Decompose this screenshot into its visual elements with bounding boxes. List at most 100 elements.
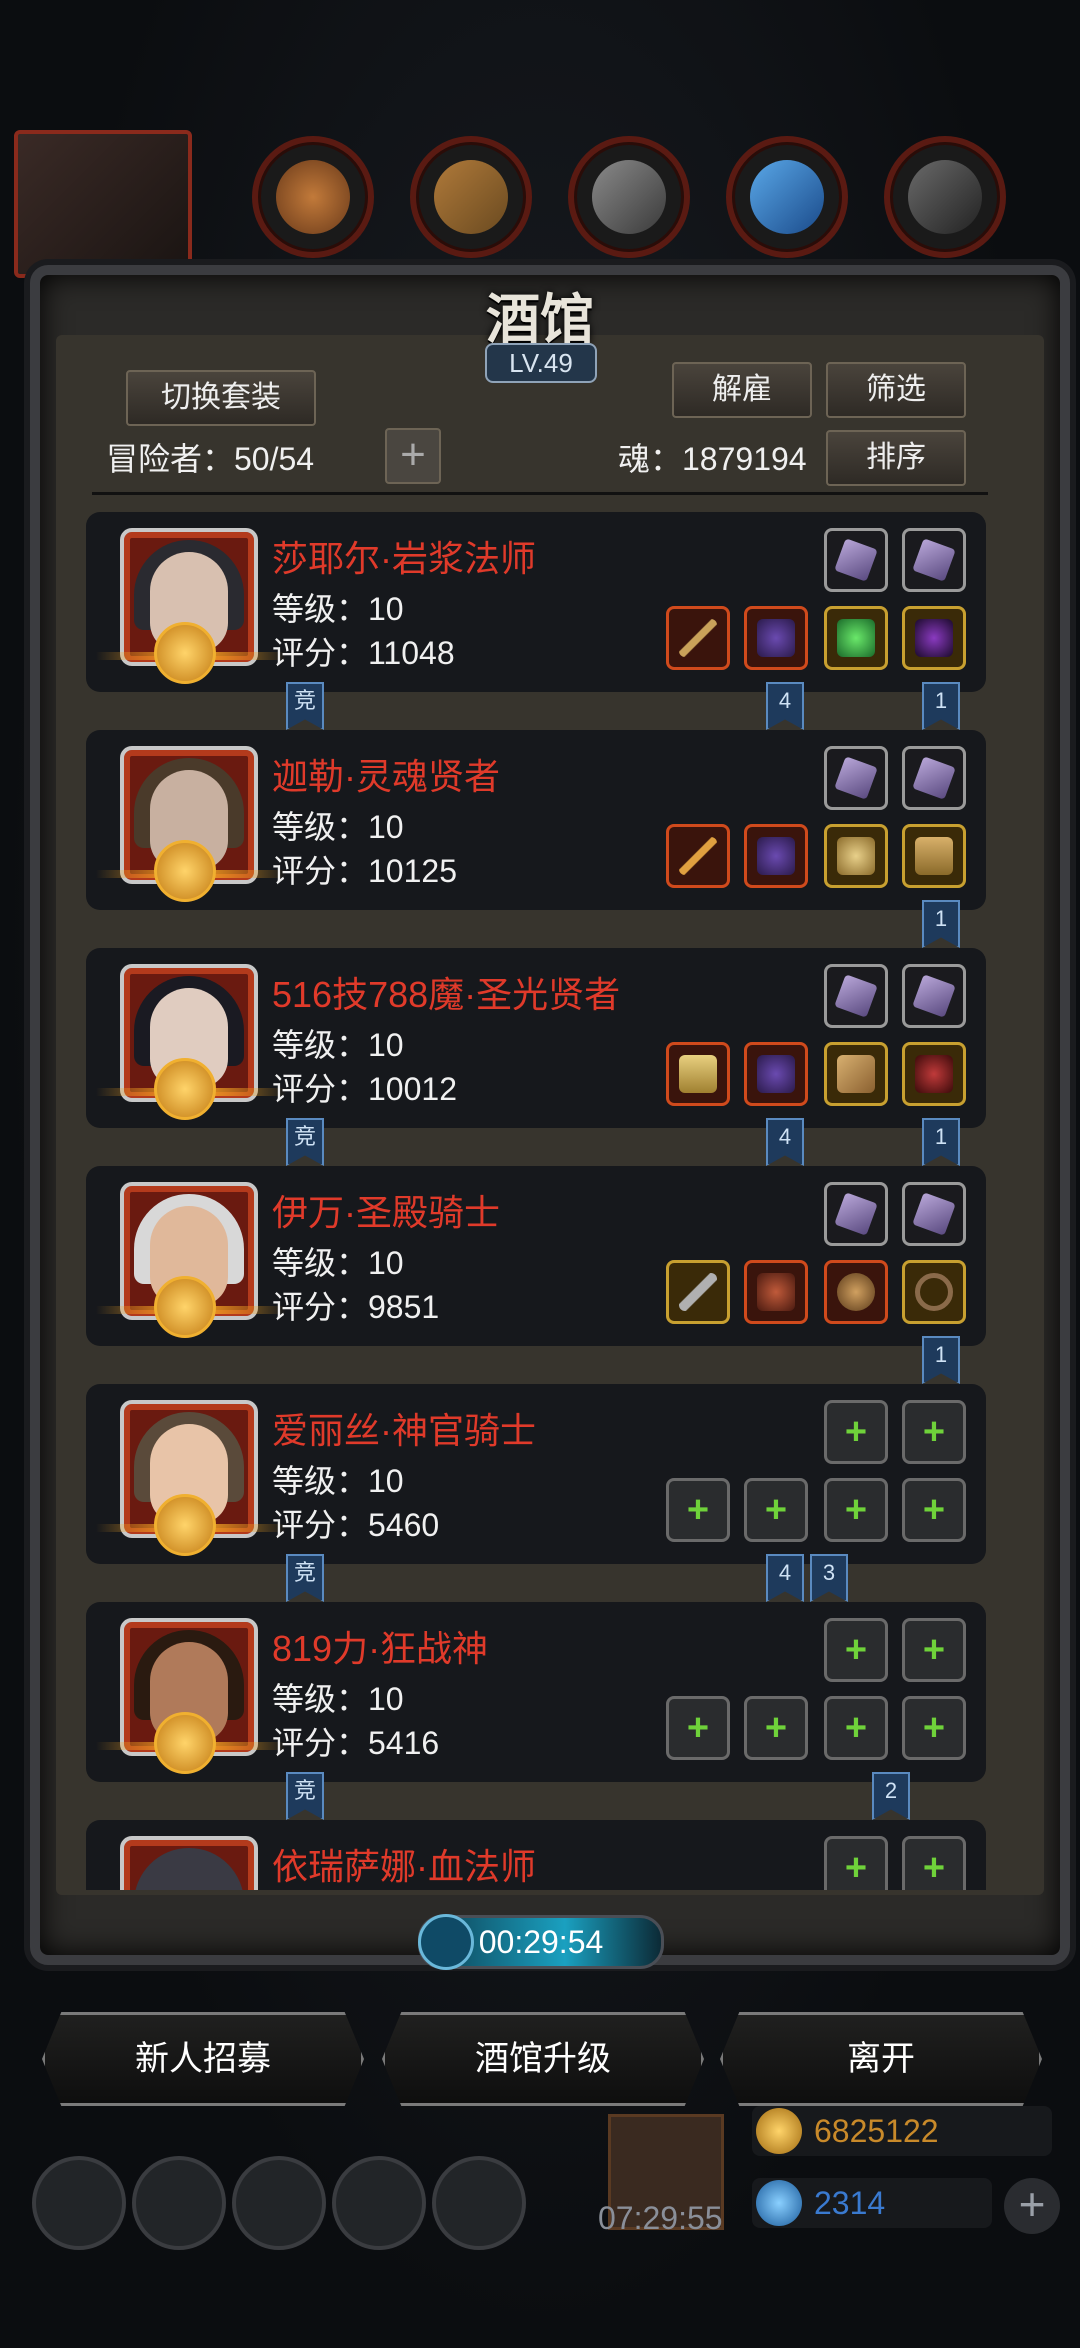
hero-card[interactable]: 819力·狂战神 等级：10 评分：5416 + + + + + +: [86, 1602, 986, 1782]
hero-score: 评分：10012: [272, 1071, 457, 1107]
empty-weapon-slot-icon[interactable]: +: [666, 1696, 730, 1760]
empty-rune-slot-icon[interactable]: +: [824, 1400, 888, 1464]
rank-medal-icon: [154, 1494, 216, 1556]
hero-name: 516技788魔·圣光贤者: [272, 974, 621, 1015]
count-tag: 4: [766, 1118, 804, 1166]
rune-gem-icon[interactable]: [824, 746, 888, 810]
empty-armor-slot-icon[interactable]: +: [744, 1696, 808, 1760]
guild-icon[interactable]: [232, 2156, 326, 2250]
hero-card[interactable]: 516技788魔·圣光贤者 等级：10 评分：10012: [86, 948, 986, 1128]
count-tag: 4: [766, 682, 804, 730]
hero-score: 评分：9851: [272, 1289, 440, 1325]
stone-resource-icon[interactable]: [884, 136, 1006, 258]
empty-rune-slot-icon[interactable]: +: [824, 1836, 888, 1890]
rank-medal-icon: [154, 1712, 216, 1774]
upgrade-tavern-button[interactable]: 酒馆升级: [382, 2012, 704, 2106]
hero-level: 等级：10: [272, 591, 404, 627]
rune-gem-icon[interactable]: [902, 528, 966, 592]
empty-armor-slot-icon[interactable]: +: [744, 1478, 808, 1542]
hero-card[interactable]: 迦勒·灵魂贤者 等级：10 评分：10125: [86, 730, 986, 910]
empty-rune-slot-icon[interactable]: +: [902, 1836, 966, 1890]
hero-level: 等级：10: [272, 1245, 404, 1281]
rune-gem-icon[interactable]: [824, 964, 888, 1028]
top-resource-bar: [0, 130, 1080, 278]
empty-accessory-slot-icon[interactable]: +: [902, 1478, 966, 1542]
recruit-button[interactable]: 新人招募: [42, 2012, 364, 2106]
armor-icon[interactable]: [744, 1042, 808, 1106]
scepter-weapon-icon[interactable]: [666, 824, 730, 888]
hero-level: 等级：10: [272, 809, 404, 845]
expand-capacity-button[interactable]: +: [385, 428, 441, 484]
empty-accessory-slot-icon[interactable]: +: [902, 1696, 966, 1760]
arena-tag: 竞: [286, 1772, 324, 1820]
switch-outfit-button[interactable]: 切换套装: [126, 370, 316, 426]
armor-icon[interactable]: [744, 824, 808, 888]
count-tag: 1: [922, 1336, 960, 1384]
rune-gem-icon[interactable]: [902, 964, 966, 1028]
empty-rune-slot-icon[interactable]: +: [824, 1618, 888, 1682]
empty-weapon-slot-icon[interactable]: +: [666, 1478, 730, 1542]
hero-card[interactable]: 伊万·圣殿骑士 等级：10 评分：9851: [86, 1166, 986, 1346]
arena-tag: 竞: [286, 1554, 324, 1602]
metal-resource-icon[interactable]: [568, 136, 690, 258]
count-tag: 2: [872, 1772, 910, 1820]
tome-icon[interactable]: [902, 824, 966, 888]
wood-resource-icon[interactable]: [410, 136, 532, 258]
dark-orb-icon[interactable]: [902, 606, 966, 670]
sort-button[interactable]: 排序: [826, 430, 966, 486]
empty-rune-slot-icon[interactable]: +: [902, 1618, 966, 1682]
ore-resource-icon[interactable]: [252, 136, 374, 258]
armor-icon[interactable]: [744, 606, 808, 670]
hero-card[interactable]: 莎耶尔·岩浆法师 等级：10 评分：11048: [86, 512, 986, 692]
menu-icon[interactable]: [132, 2156, 226, 2250]
hero-level: 等级：10: [272, 1681, 404, 1717]
gold-coin-icon: [756, 2108, 802, 2154]
soul-count: 魂：1879194: [618, 441, 807, 477]
empty-rune-slot-icon[interactable]: +: [902, 1400, 966, 1464]
social-icon[interactable]: [432, 2156, 526, 2250]
crystal-resource-icon[interactable]: [726, 136, 848, 258]
rune-gem-icon[interactable]: [902, 746, 966, 810]
empty-accessory-slot-icon[interactable]: +: [824, 1478, 888, 1542]
hero-level: 等级：10: [272, 1027, 404, 1063]
add-currency-button[interactable]: +: [1004, 2178, 1060, 2234]
emerald-accessory-icon[interactable]: [824, 606, 888, 670]
hero-score: 评分：5460: [272, 1507, 440, 1543]
hero-score: 评分：11048: [272, 635, 455, 671]
count-tag: 1: [922, 1118, 960, 1166]
settings-icon[interactable]: [32, 2156, 126, 2250]
guild-emblem-icon[interactable]: [14, 130, 192, 278]
mail-icon[interactable]: [332, 2156, 426, 2250]
empty-accessory-slot-icon[interactable]: +: [824, 1696, 888, 1760]
filter-button[interactable]: 筛选: [826, 362, 966, 418]
hero-score: 评分：5416: [272, 1725, 440, 1761]
ring-icon[interactable]: [902, 1260, 966, 1324]
hero-card[interactable]: 依瑞萨娜·血法师 + +: [86, 1820, 986, 1890]
shield-accessory-icon[interactable]: [824, 1260, 888, 1324]
arena-tag: 竞: [286, 682, 324, 730]
mace-weapon-icon[interactable]: [666, 1260, 730, 1324]
skull-orb-icon[interactable]: [902, 1042, 966, 1106]
hero-list[interactable]: 莎耶尔·岩浆法师 等级：10 评分：11048 竞 4 1 迦勒·灵魂贤者 等级…: [86, 510, 986, 1890]
gold-amount: 6825122: [814, 2113, 939, 2149]
hero-name: 819力·狂战神: [272, 1628, 489, 1669]
gem-counter: 2314: [752, 2178, 992, 2228]
staff-weapon-icon[interactable]: [666, 606, 730, 670]
rank-medal-icon: [154, 1276, 216, 1338]
plate-armor-icon[interactable]: [744, 1260, 808, 1324]
dismiss-button[interactable]: 解雇: [672, 362, 812, 418]
rune-gem-icon[interactable]: [824, 528, 888, 592]
hammer-weapon-icon[interactable]: [666, 1042, 730, 1106]
adventurer-count: 冒险者：50/54: [106, 441, 315, 477]
rune-gem-icon[interactable]: [824, 1182, 888, 1246]
hero-name: 伊万·圣殿骑士: [272, 1192, 500, 1233]
hero-card[interactable]: 爱丽丝·神官骑士 等级：10 评分：5460 + + + + + +: [86, 1384, 986, 1564]
gem-amount: 2314: [814, 2185, 886, 2221]
plate-accessory-icon[interactable]: [824, 1042, 888, 1106]
amulet-icon[interactable]: [824, 824, 888, 888]
arena-tag: 竞: [286, 1118, 324, 1166]
hero-name: 莎耶尔·岩浆法师: [272, 538, 536, 579]
rune-gem-icon[interactable]: [902, 1182, 966, 1246]
hero-score: 评分：10125: [272, 853, 457, 889]
leave-button[interactable]: 离开: [720, 2012, 1042, 2106]
